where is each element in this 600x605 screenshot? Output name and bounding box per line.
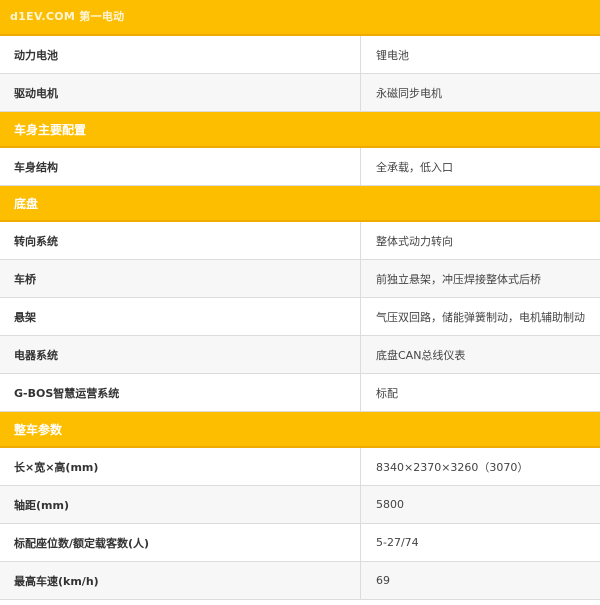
row-value: 前独立悬架，冲压焊接整体式后桥: [376, 272, 541, 286]
spec-table: d1EV.COM 第一电动 动力电池 锂电池 驱动电机 永磁同步电机 车身主要配…: [0, 0, 600, 600]
row-value: 5-27/74: [376, 536, 419, 549]
table-row: 动力电池 锂电池: [0, 36, 600, 74]
table-row: 最高车速(km/h) 69: [0, 562, 600, 600]
watermark: d1EV.COM 第一电动: [10, 10, 125, 23]
row-label: 长×宽×高(mm): [0, 448, 361, 485]
row-value: 8340×2370×3260（3070）: [376, 460, 529, 474]
section-title: 底盘: [14, 196, 39, 211]
table-row: 电器系统 底盘CAN总线仪表: [0, 336, 600, 374]
row-value: 整体式动力转向: [376, 234, 453, 248]
row-value: 标配: [376, 386, 398, 400]
row-value: 全承载，低入口: [376, 160, 453, 174]
row-label: G-BOS智慧运营系统: [0, 374, 361, 411]
table-row: 转向系统 整体式动力转向: [0, 222, 600, 260]
table-row: 标配座位数/额定载客数(人) 5-27/74: [0, 524, 600, 562]
section-header-body: 车身主要配置: [0, 112, 600, 148]
row-value: 5800: [376, 498, 404, 511]
table-row: 驱动电机 永磁同步电机: [0, 74, 600, 112]
section-header-chassis: 底盘: [0, 186, 600, 222]
row-label: 驱动电机: [0, 74, 361, 111]
section-header-vehicle-params: 整车参数: [0, 412, 600, 448]
section-header-motor: d1EV.COM 第一电动: [0, 0, 600, 36]
table-row: 车身结构 全承载，低入口: [0, 148, 600, 186]
table-row: 悬架 气压双回路，储能弹簧制动，电机辅助制动: [0, 298, 600, 336]
row-value: 气压双回路，储能弹簧制动，电机辅助制动: [376, 310, 585, 324]
row-label: 动力电池: [0, 36, 361, 73]
section-title: 车身主要配置: [14, 122, 87, 137]
row-value: 69: [376, 574, 390, 587]
section-title: 整车参数: [14, 422, 63, 437]
table-row: 车桥 前独立悬架，冲压焊接整体式后桥: [0, 260, 600, 298]
row-label: 标配座位数/额定载客数(人): [0, 524, 361, 561]
row-label: 转向系统: [0, 222, 361, 259]
row-value: 底盘CAN总线仪表: [376, 348, 466, 362]
row-label: 车桥: [0, 260, 361, 297]
row-label: 电器系统: [0, 336, 361, 373]
row-value: 锂电池: [376, 48, 409, 62]
table-row: 长×宽×高(mm) 8340×2370×3260（3070）: [0, 448, 600, 486]
row-label: 车身结构: [0, 148, 361, 185]
row-value: 永磁同步电机: [376, 86, 442, 100]
table-row: 轴距(mm) 5800: [0, 486, 600, 524]
table-row: G-BOS智慧运营系统 标配: [0, 374, 600, 412]
row-label: 悬架: [0, 298, 361, 335]
row-label: 最高车速(km/h): [0, 562, 361, 599]
row-label: 轴距(mm): [0, 486, 361, 523]
